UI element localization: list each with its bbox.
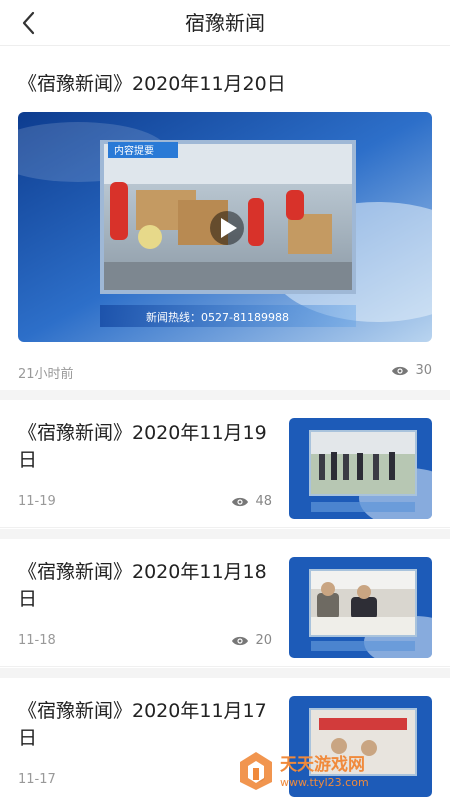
watermark-name: 天天游戏网 (280, 754, 365, 775)
view-count-value: 20 (255, 633, 272, 648)
news-thumbnail[interactable] (289, 557, 432, 658)
news-item-title[interactable]: 《宿豫新闻》2020年11月19日 (18, 420, 280, 474)
news-item-date: 11-19 (18, 494, 56, 509)
view-count: 20 (231, 633, 272, 648)
watermark-logo-icon (240, 752, 272, 790)
view-count: 30 (391, 363, 432, 378)
section-divider (0, 390, 450, 400)
news-thumbnail[interactable] (289, 418, 432, 519)
page-title: 宿豫新闻 (185, 11, 265, 35)
list-item[interactable]: 《宿豫新闻》2020年11月19日 11-19 48 (0, 400, 450, 528)
featured-video-frame: 内容提要 新闻热线：0527-81189988 (18, 112, 432, 342)
section-divider (0, 668, 450, 678)
news-item-title[interactable]: 《宿豫新闻》2020年11月17日 (18, 698, 280, 752)
site-watermark: 天天游戏网 www.ttyl23.com (236, 748, 416, 792)
eye-icon (232, 497, 249, 506)
view-count-value: 48 (255, 494, 272, 509)
play-icon[interactable] (210, 211, 244, 245)
hotline-text: 新闻热线：0527-81189988 (146, 310, 289, 324)
featured-news-item[interactable]: 《宿豫新闻》2020年11月20日 内容提要 新闻热线：0527-8118998… (0, 47, 450, 390)
view-count: 48 (231, 494, 272, 509)
eye-icon (392, 366, 409, 375)
eye-icon (232, 636, 249, 645)
news-item-title[interactable]: 《宿豫新闻》2020年11月18日 (18, 559, 280, 613)
featured-video-thumbnail[interactable]: 内容提要 新闻热线：0527-81189988 (18, 112, 432, 342)
list-item[interactable]: 《宿豫新闻》2020年11月18日 11-18 20 (0, 539, 450, 667)
media-tag-label: 内容提要 (114, 144, 154, 157)
view-count-value: 30 (415, 363, 432, 378)
news-item-date: 11-18 (18, 633, 56, 648)
publish-time: 21小时前 (18, 367, 74, 382)
watermark-url: www.ttyl23.com (280, 776, 369, 789)
news-item-date: 11-17 (18, 772, 56, 787)
section-divider (0, 529, 450, 539)
app-header: 宿豫新闻 (0, 0, 450, 46)
featured-news-title[interactable]: 《宿豫新闻》2020年11月20日 (18, 69, 286, 96)
